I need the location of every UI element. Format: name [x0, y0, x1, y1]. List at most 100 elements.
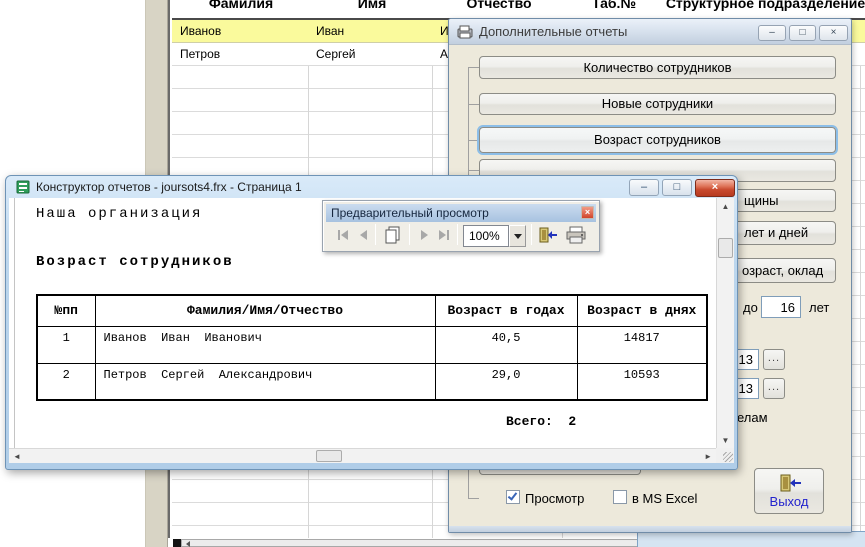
- grid-header-surname: Фамилия: [208, 0, 274, 11]
- cell-age-years: 40,5: [434, 325, 578, 364]
- organization-name: Наша организация: [36, 206, 203, 222]
- exit-door-icon: [539, 227, 557, 243]
- cell-name: Сергей: [316, 47, 356, 61]
- close-preview-button[interactable]: [536, 225, 560, 245]
- vscroll-thumb[interactable]: [718, 238, 733, 258]
- grid-header-department: Структурное подразделение: [665, 0, 865, 11]
- next-page-icon: [420, 230, 428, 240]
- first-page-icon: [338, 230, 340, 240]
- horizontal-scrollbar[interactable]: ◄ ►: [9, 448, 716, 463]
- prev-page-icon: [359, 230, 367, 240]
- preview-toolbar: Предварительный просмотр ×: [322, 200, 600, 252]
- close-icon[interactable]: ×: [581, 206, 594, 219]
- grid-header-patronymic: Отчество: [466, 0, 532, 11]
- scrollbar-corner: [716, 448, 734, 463]
- tree-branch: [468, 170, 479, 171]
- last-page-button[interactable]: [435, 225, 453, 245]
- header-cell: Возраст в днях: [576, 294, 708, 327]
- cell-name: Иван: [316, 24, 345, 38]
- vertical-scrollbar[interactable]: ▲ ▼: [716, 198, 734, 448]
- cell-number: 1: [36, 325, 96, 364]
- report-table-row: 1 Иванов Иван Иванович 40,5 14817: [36, 325, 708, 364]
- button-label-fragment: лет и дней: [744, 225, 809, 240]
- first-page-button[interactable]: [334, 225, 352, 245]
- separator: [375, 224, 376, 245]
- date-picker-button-2[interactable]: ...: [763, 378, 785, 399]
- hscroll-thumb[interactable]: [316, 450, 342, 462]
- cell-age-years: 29,0: [434, 362, 578, 401]
- separator: [409, 224, 410, 245]
- grid-corner-block: [173, 539, 181, 547]
- minimize-button[interactable]: –: [758, 25, 786, 41]
- grid-header-name: Имя: [357, 0, 387, 11]
- copy-pages-button[interactable]: [381, 225, 405, 245]
- cell-surname: Петров: [180, 47, 221, 61]
- check-icon: [507, 490, 518, 501]
- cell-surname: Иванов: [180, 24, 222, 38]
- scroll-left-icon[interactable]: ◄: [13, 452, 21, 461]
- cell-age-days: 14817: [576, 325, 708, 364]
- report-window-title: Конструктор отчетов - joursots4.frx - Ст…: [36, 180, 302, 194]
- preview-toolbar-title: Предварительный просмотр: [331, 206, 489, 220]
- age-filter-input[interactable]: [761, 296, 801, 318]
- checkbox-box: [506, 490, 520, 504]
- close-button[interactable]: ×: [819, 25, 848, 41]
- minimize-button[interactable]: –: [629, 179, 659, 196]
- dialog-bottom-frame: [449, 526, 851, 532]
- copy-pages-icon: [385, 226, 400, 244]
- report-table-row: 2 Петров Сергей Александрович 29,0 10593: [36, 362, 708, 401]
- tree-branch: [468, 104, 479, 105]
- grid-header-tab-no: Таб.№: [591, 0, 637, 11]
- exit-button[interactable]: Выход: [754, 468, 824, 514]
- tree-branch: [468, 498, 479, 499]
- cell-fullname: Иванов Иван Иванович: [94, 325, 436, 364]
- chevron-down-icon: [513, 233, 522, 239]
- departments-label-fragment: елам: [737, 410, 768, 425]
- next-page-button[interactable]: [415, 225, 433, 245]
- reports-dialog-icon: [457, 25, 473, 39]
- cell-fullname: Петров Сергей Александрович: [94, 362, 436, 401]
- report-button-new-employees[interactable]: Новые сотрудники: [479, 93, 836, 115]
- maximize-button[interactable]: □: [662, 179, 692, 196]
- exit-door-icon: [780, 474, 801, 492]
- report-button-employee-age[interactable]: Возраст сотрудников: [479, 127, 836, 153]
- report-book-icon: [16, 180, 30, 194]
- cell-number: 2: [36, 362, 96, 401]
- header-cell: Фамилия/Имя/Отчество: [94, 294, 436, 327]
- resize-grip[interactable]: [723, 452, 733, 462]
- age-filter-suffix: лет: [809, 300, 830, 315]
- close-button[interactable]: ×: [695, 179, 735, 197]
- exit-button-label: Выход: [769, 494, 809, 509]
- date-picker-button-1[interactable]: ...: [763, 349, 785, 370]
- scroll-up-icon[interactable]: ▲: [717, 202, 734, 211]
- tree-branch: [468, 67, 479, 68]
- dialog-titlebar[interactable]: Дополнительные отчеты – □ ×: [449, 19, 851, 45]
- last-page-icon: [439, 230, 446, 240]
- tree-branch: [468, 140, 479, 141]
- checkbox-label: в MS Excel: [632, 491, 698, 506]
- maximize-button[interactable]: □: [789, 25, 816, 41]
- zoom-dropdown-button[interactable]: [509, 225, 526, 247]
- scroll-right-icon[interactable]: ►: [704, 452, 712, 461]
- separator: [457, 224, 458, 245]
- preview-toolbar-titlebar[interactable]: Предварительный просмотр ×: [326, 204, 596, 222]
- prev-page-button[interactable]: [354, 225, 372, 245]
- report-heading: Возраст сотрудников: [36, 254, 234, 270]
- checkbox-box: [613, 490, 627, 504]
- report-window-titlebar[interactable]: Конструктор отчетов - joursots4.frx - Ст…: [6, 176, 737, 198]
- zoom-level-input[interactable]: [463, 225, 509, 247]
- grid-header-row: Фамилия Имя Отчество Таб.№ Структурное п…: [172, 0, 865, 20]
- total-line: Всего: 2: [506, 414, 577, 429]
- page-edge-line: [14, 198, 15, 448]
- printer-icon: [566, 226, 586, 244]
- print-button[interactable]: [563, 225, 589, 245]
- scroll-left-icon: [186, 541, 190, 547]
- scroll-down-icon[interactable]: ▼: [717, 436, 734, 445]
- screen: Фамилия Имя Отчество Таб.№ Структурное п…: [0, 0, 865, 547]
- header-cell: Возраст в годах: [434, 294, 578, 327]
- report-button-employee-count[interactable]: Количество сотрудников: [479, 56, 836, 79]
- button-label-fragment: щины: [744, 193, 779, 208]
- background-hscrollbar[interactable]: [181, 539, 638, 547]
- button-label-fragment: озраст, оклад: [742, 263, 824, 278]
- header-cell: №пп: [36, 294, 96, 327]
